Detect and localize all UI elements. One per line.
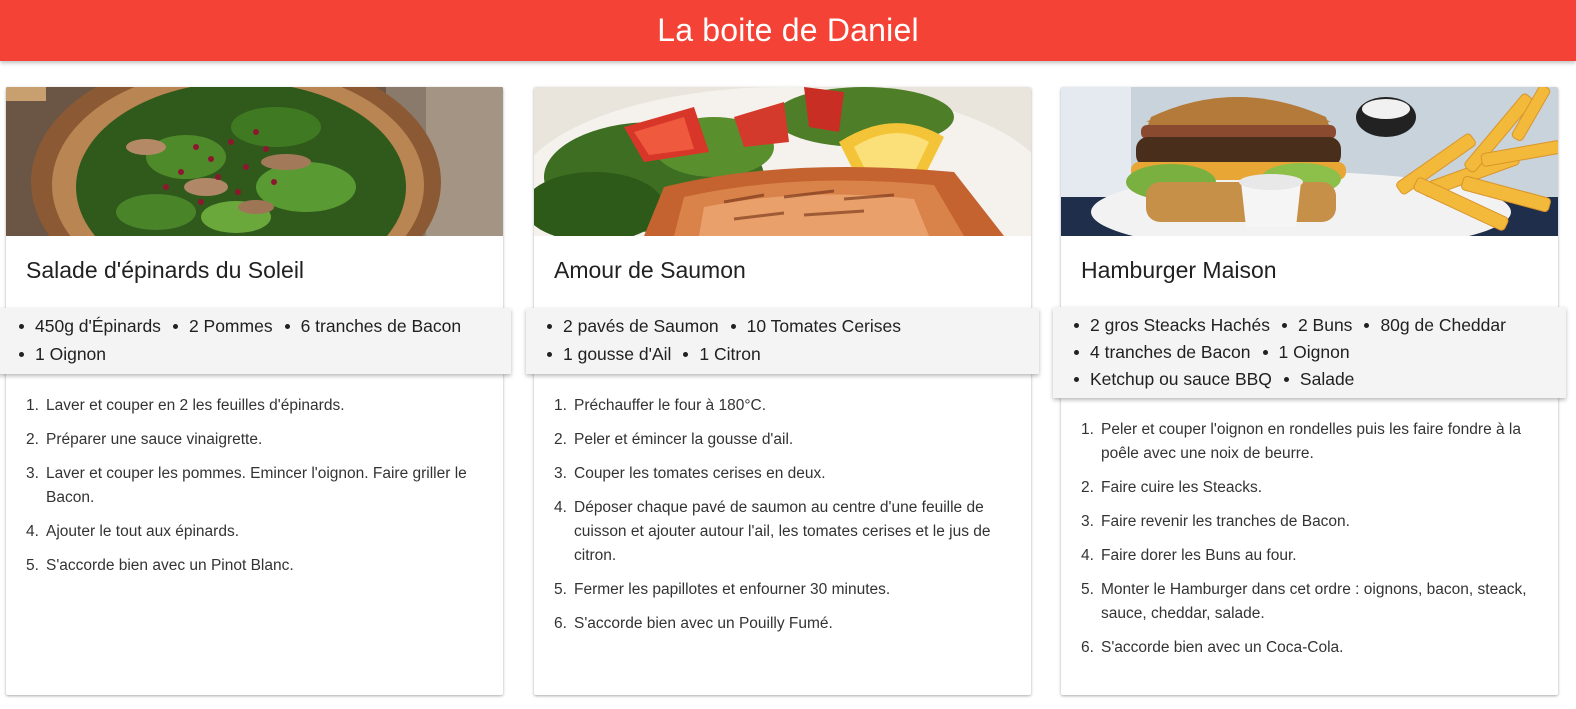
ingredient-item: Ketchup ou sauce BBQ	[1074, 366, 1272, 393]
step-item: Faire cuire les Steacks.	[1081, 476, 1263, 500]
recipe-image-hamburger	[1061, 87, 1558, 236]
recipe-image-salade	[6, 87, 503, 236]
step-item: S'accorde bien avec un Pinot Blanc.	[26, 554, 294, 578]
step-item: Faire dorer les Buns au four.	[1081, 544, 1297, 568]
app-bar: La boite de Daniel	[0, 0, 1576, 61]
steps-list: Laver et couper en 2 les feuilles d'épin…	[26, 394, 496, 588]
recipe-title: Amour de Saumon	[554, 257, 746, 283]
ingredients-list: 2 pavés de Saumon 10 Tomates Cerises 1 g…	[526, 308, 1039, 374]
recipe-image-saumon	[534, 87, 1031, 236]
ingredient-item: 450g d'Épinards	[19, 313, 161, 341]
step-item: Peler et émincer la gousse d'ail.	[554, 428, 794, 452]
ingredient-item: 80g de Cheddar	[1364, 312, 1506, 339]
ingredient-item: 10 Tomates Cerises	[730, 313, 901, 341]
ingredient-item: 2 gros Steacks Hachés	[1074, 312, 1270, 339]
steps-list: Préchauffer le four à 180°C. Peler et ém…	[554, 394, 1024, 646]
ingredient-item: 6 tranches de Bacon	[284, 313, 461, 341]
ingredient-item: 2 pavés de Saumon	[547, 313, 719, 341]
recipe-card-saumon[interactable]: Amour de Saumon 2 pavés de Saumon 10 Tom…	[526, 87, 1039, 695]
step-item: Peler et couper l'oignon en rondelles pu…	[1081, 418, 1521, 462]
recipe-title: Hamburger Maison	[1081, 257, 1277, 283]
step-item: Ajouter le tout aux épinards.	[26, 520, 240, 544]
ingredient-item: 4 tranches de Bacon	[1074, 339, 1251, 366]
recipe-card-hamburger[interactable]: Hamburger Maison 2 gros Steacks Hachés 2…	[1053, 87, 1566, 695]
ingredients-list: 450g d'Épinards 2 Pommes 6 tranches de B…	[0, 308, 511, 374]
ingredient-item: 2 Buns	[1281, 312, 1352, 339]
step-item: Laver et couper en 2 les feuilles d'épin…	[26, 394, 345, 418]
step-item: Préparer une sauce vinaigrette.	[26, 428, 263, 452]
steps-list: Peler et couper l'oignon en rondelles pu…	[1081, 418, 1551, 670]
ingredient-item: 1 Oignon	[18, 341, 106, 369]
ingredients-list: 2 gros Steacks Hachés 2 Buns 80g de Ched…	[1053, 307, 1566, 398]
app-title: La boite de Daniel	[657, 12, 919, 48]
step-item: S'accorde bien avec un Coca-Cola.	[1081, 636, 1344, 660]
ingredient-item: 1 Citron	[683, 341, 761, 369]
step-item: Couper les tomates cerises en deux.	[554, 462, 826, 486]
ingredient-item: 1 gousse d'Ail	[546, 341, 671, 369]
step-item: S'accorde bien avec un Pouilly Fumé.	[554, 612, 833, 636]
step-item: Fermer les papillotes et enfourner 30 mi…	[554, 578, 891, 602]
step-item: Préchauffer le four à 180°C.	[554, 394, 767, 418]
ingredient-item: 1 Oignon	[1262, 339, 1350, 366]
recipe-card-salade[interactable]: Salade d'épinards du Soleil 450g d'Épina…	[0, 87, 511, 695]
ingredient-item: 2 Pommes	[173, 313, 273, 341]
ingredient-item: Salade	[1284, 366, 1354, 393]
step-item: Déposer chaque pavé de saumon au centre …	[554, 496, 991, 564]
step-item: Faire revenir les tranches de Bacon.	[1081, 510, 1350, 534]
step-item: Monter le Hamburger dans cet ordre : oig…	[1081, 578, 1527, 622]
step-item: Laver et couper les pommes. Emincer l'oi…	[26, 462, 467, 506]
recipe-title: Salade d'épinards du Soleil	[26, 257, 305, 283]
